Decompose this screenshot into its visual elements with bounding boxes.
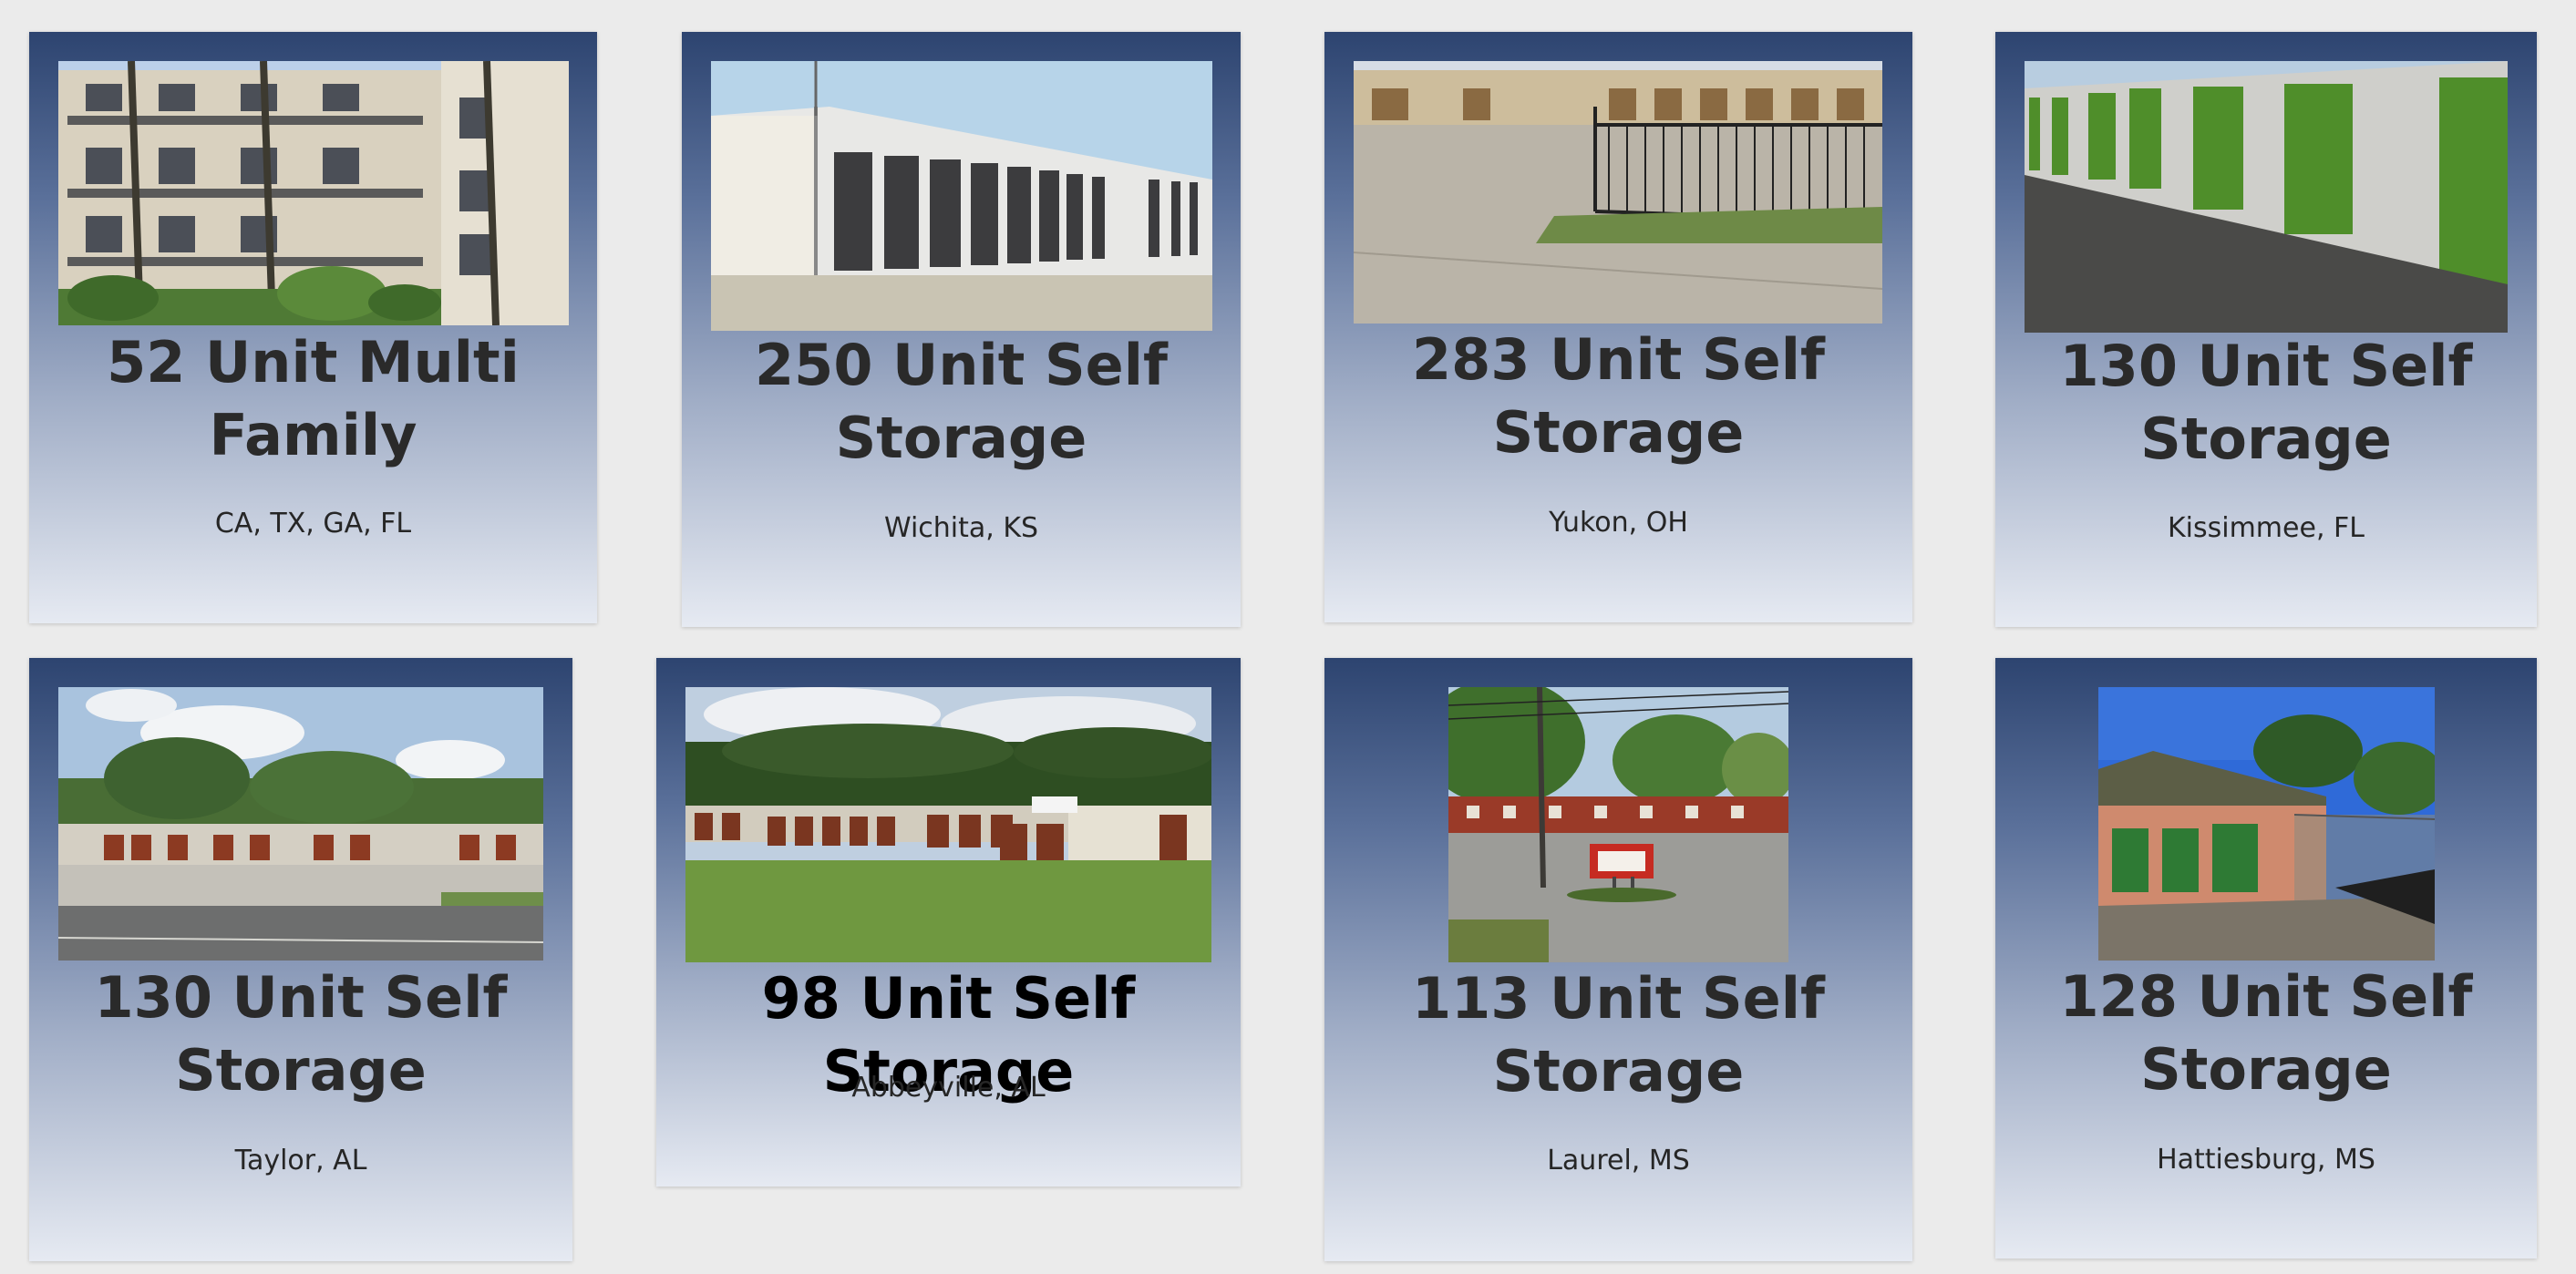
listing-title[interactable]: 283 Unit Self Storage — [1324, 324, 1912, 469]
listing-card[interactable]: 250 Unit Self Storage Wichita, KS — [682, 32, 1241, 627]
listing-location: Hattiesburg, MS — [2157, 1144, 2375, 1176]
listing-title[interactable]: 130 Unit Self Storage — [29, 961, 572, 1107]
listing-photo-storage-brick-green-doors[interactable] — [2098, 687, 2435, 961]
listing-card[interactable]: 130 Unit Self Storage Taylor, AL — [29, 658, 572, 1261]
listing-title[interactable]: 128 Unit Self Storage — [1995, 961, 2537, 1106]
listing-card[interactable]: 52 Unit Multi Family CA, TX, GA, FL — [29, 32, 597, 623]
listing-photo-storage-sign-lot[interactable] — [1448, 687, 1788, 962]
listing-location: Kissimmee, FL — [2167, 512, 2365, 544]
listing-location: Taylor, AL — [234, 1145, 367, 1176]
listing-photo-storage-gate[interactable] — [1354, 61, 1882, 324]
listing-title[interactable]: 52 Unit Multi Family — [29, 326, 597, 472]
listing-location: Yukon, OH — [1549, 507, 1688, 539]
listing-location: Abbeyville, AL — [851, 1072, 1046, 1104]
listing-photo-storage-units-green[interactable] — [2025, 61, 2508, 333]
listing-photo-apartment-building[interactable] — [58, 61, 569, 325]
listing-card[interactable]: 130 Unit Self Storage Kissimmee, FL — [1995, 32, 2537, 627]
listing-location: Laurel, MS — [1547, 1145, 1690, 1176]
listing-card[interactable]: 283 Unit Self Storage Yukon, OH — [1324, 32, 1912, 622]
listing-title[interactable]: 130 Unit Self Storage — [1995, 330, 2537, 476]
listing-photo-storage-units-white[interactable] — [711, 61, 1212, 331]
listing-photo-storage-grass-field[interactable] — [685, 687, 1211, 962]
listings-grid: 52 Unit Multi Family CA, TX, GA, FL 250 … — [0, 0, 2576, 1274]
listing-title[interactable]: 113 Unit Self Storage — [1324, 962, 1912, 1108]
listing-card[interactable]: 113 Unit Self Storage Laurel, MS — [1324, 658, 1912, 1261]
listing-location: CA, TX, GA, FL — [214, 508, 412, 539]
listing-card[interactable]: 128 Unit Self Storage Hattiesburg, MS — [1995, 658, 2537, 1259]
listing-title[interactable]: 250 Unit Self Storage — [682, 329, 1241, 475]
listing-photo-storage-street-view[interactable] — [58, 687, 543, 961]
listing-location: Wichita, KS — [883, 512, 1039, 544]
listing-card[interactable]: 98 Unit Self Storage Abbeyville, AL — [656, 658, 1241, 1187]
